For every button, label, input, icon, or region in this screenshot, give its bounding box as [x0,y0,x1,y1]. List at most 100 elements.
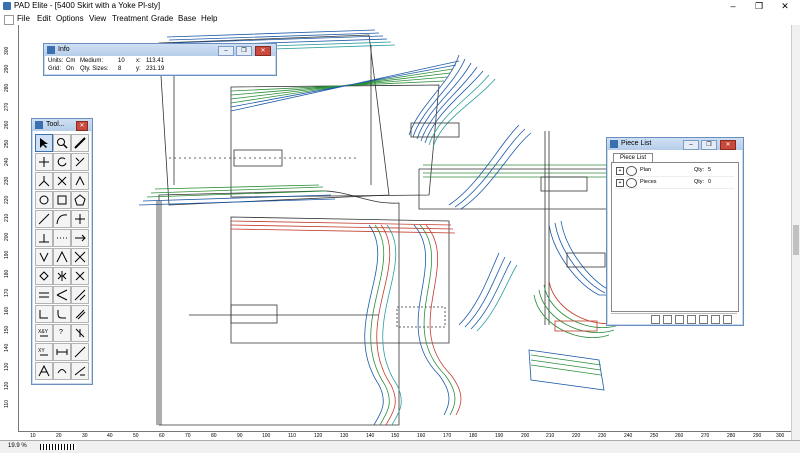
copy-piece-icon[interactable] [663,315,672,324]
node-move-icon[interactable] [53,172,71,190]
ruler-label: 190 [4,250,10,259]
pattern-piece[interactable] [528,349,605,391]
piece-properties-icon[interactable] [699,315,708,324]
zoom-level: 19.9 % [8,443,27,449]
join-icon[interactable] [71,267,89,285]
units-value: Cm [66,58,76,64]
restore-icon[interactable]: ❐ [236,46,252,56]
ruler-label: 50 [133,433,139,439]
menu-file[interactable]: File [17,14,30,23]
circle-icon[interactable] [35,191,53,209]
split-icon[interactable] [35,153,53,171]
grade-copy-icon[interactable] [71,324,89,342]
spread-icon[interactable] [35,362,53,380]
piece-info-icon[interactable] [687,315,696,324]
mirror-icon[interactable] [53,267,71,285]
status-bar: 19.9 % [0,440,800,453]
curve-icon[interactable] [53,210,71,228]
notch-icon[interactable] [71,172,89,190]
stretch-icon[interactable] [53,343,71,361]
ruler-label: 80 [211,433,217,439]
pleat-icon[interactable] [53,248,71,266]
piece-grid-icon[interactable] [711,315,720,324]
diagonal-icon[interactable] [71,343,89,361]
ruler-label: 180 [4,269,10,278]
zoom-icon[interactable] [53,134,71,152]
eye-icon[interactable] [626,178,637,188]
minimize-icon[interactable]: – [218,46,234,56]
scale-icon[interactable] [71,286,89,304]
walk-icon[interactable] [35,267,53,285]
eye-icon[interactable] [626,166,637,176]
info-window[interactable]: Info – ❐ ✕ Units: Cm Medium: 10 x: 113.4… [43,43,277,76]
close-icon[interactable]: ✕ [772,0,798,13]
info-titlebar[interactable]: Info – ❐ ✕ [44,44,276,56]
list-item[interactable]: + Plan Qty: 5 [614,165,734,177]
restore-icon[interactable]: ❐ [746,0,772,13]
pattern-piece[interactable] [548,220,612,296]
point-add-icon[interactable] [71,210,89,228]
toolbox-window[interactable]: Tool... ✕ X&Y ? XY [31,118,93,385]
scroll-thumb[interactable] [793,225,799,255]
dotted-line-icon[interactable] [53,229,71,247]
pattern-piece[interactable] [458,252,518,332]
pattern-piece[interactable] [364,224,462,426]
menu-edit[interactable]: Edit [37,14,51,23]
dart-icon[interactable] [35,248,53,266]
pattern-piece[interactable] [189,216,456,344]
rotate-icon[interactable] [53,153,71,171]
menu-grade[interactable]: Grade [151,14,173,23]
ruler-label: 300 [776,433,785,439]
ruler-label: 190 [495,433,504,439]
xy-grade-icon[interactable]: X&Y [35,324,53,342]
delete-piece-icon[interactable] [723,315,732,324]
grade-point-icon[interactable] [35,172,53,190]
paste-piece-icon[interactable] [675,315,684,324]
ruler-label: 60 [159,433,165,439]
svg-text:X&Y: X&Y [38,329,49,335]
minimize-icon[interactable]: – [683,140,699,150]
menu-treatment[interactable]: Treatment [112,14,148,23]
grade-question-icon[interactable]: ? [53,324,71,342]
menu-help[interactable]: Help [201,14,217,23]
corner-round-icon[interactable] [53,305,71,323]
toolbox-window-icon [35,121,43,129]
menu-base[interactable]: Base [178,14,196,23]
document-icon[interactable] [4,15,14,25]
menu-view[interactable]: View [89,14,106,23]
piece-list-window[interactable]: Piece List – ❐ ✕ Piece List ▶ + Plan Qty… [606,137,744,326]
parallel-icon[interactable] [71,305,89,323]
seam-icon[interactable] [35,286,53,304]
angle-icon[interactable] [53,286,71,304]
vertical-scrollbar[interactable] [791,25,800,440]
menu-options[interactable]: Options [56,14,84,23]
close-icon[interactable]: ✕ [76,121,88,131]
restore-icon[interactable]: ❐ [701,140,717,150]
title-bar: PAD Elite - [5400 Skirt with a Yoke Pl-s… [0,0,800,13]
shift-icon[interactable] [71,362,89,380]
select-arrow-icon[interactable] [35,134,53,152]
piece-list-titlebar[interactable]: Piece List – ❐ ✕ [607,138,743,150]
perpendicular-icon[interactable] [35,229,53,247]
xy-swap-icon[interactable]: XY [35,343,53,361]
ruler-label: 70 [185,433,191,439]
list-item[interactable]: + Pieces Qty: 0 [614,177,734,189]
ruler-label: 140 [366,433,375,439]
expand-icon[interactable]: + [616,167,624,175]
expand-icon[interactable]: + [616,179,624,187]
line-icon[interactable] [35,210,53,228]
measure-icon[interactable] [71,134,89,152]
undo-curve-icon[interactable] [53,362,71,380]
polygon-icon[interactable] [71,191,89,209]
new-piece-icon[interactable] [651,315,660,324]
flip-icon[interactable] [71,153,89,171]
toolbox-titlebar[interactable]: Tool... ✕ [32,119,92,131]
arrows-icon[interactable] [71,229,89,247]
ruler-label: 240 [4,157,10,166]
minimize-icon[interactable]: – [720,0,746,13]
cut-icon[interactable] [71,248,89,266]
corner-icon[interactable] [35,305,53,323]
close-icon[interactable]: ✕ [255,46,271,56]
rectangle-icon[interactable] [53,191,71,209]
close-icon[interactable]: ✕ [720,140,736,150]
